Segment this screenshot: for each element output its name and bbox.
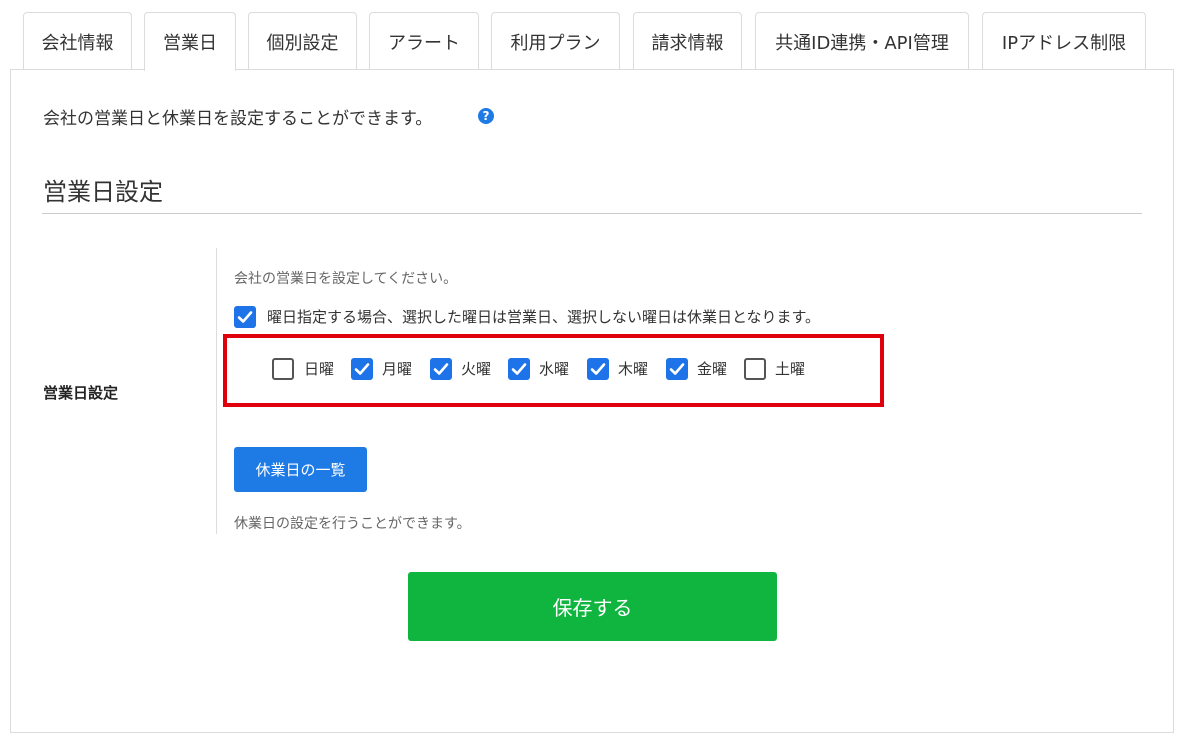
day-checkbox-friday[interactable]	[666, 358, 688, 380]
day-label-wednesday: 水曜	[539, 360, 570, 378]
day-checkbox-tuesday[interactable]	[430, 358, 452, 380]
day-checkbox-wednesday[interactable]	[508, 358, 530, 380]
holiday-list-button[interactable]: 休業日の一覧	[234, 447, 367, 492]
tab-id-api[interactable]: 共通ID連携・API管理	[755, 12, 969, 70]
help-icon[interactable]: ?	[478, 108, 494, 124]
tab-business-days[interactable]: 営業日	[144, 12, 236, 71]
tab-billing[interactable]: 請求情報	[633, 12, 742, 70]
day-label-friday: 金曜	[697, 360, 728, 378]
tab-company-info[interactable]: 会社情報	[23, 12, 132, 70]
page-description: 会社の営業日と休業日を設定することができます。	[43, 109, 433, 129]
tab-plan[interactable]: 利用プラン	[491, 12, 620, 70]
day-checkbox-thursday[interactable]	[587, 358, 609, 380]
business-days-hint: 会社の営業日を設定してください。	[234, 271, 458, 287]
day-checkbox-sunday[interactable]	[272, 358, 294, 380]
section-title: 営業日設定	[43, 178, 163, 206]
row-divider	[216, 248, 217, 534]
tab-ip-restriction[interactable]: IPアドレス制限	[982, 12, 1146, 70]
tab-individual-settings[interactable]: 個別設定	[248, 12, 357, 70]
check-icon	[511, 363, 527, 375]
check-icon	[433, 363, 449, 375]
check-icon	[669, 363, 685, 375]
day-label-tuesday: 火曜	[461, 360, 492, 378]
day-label-sunday: 日曜	[304, 360, 335, 378]
day-label-monday: 月曜	[382, 360, 413, 378]
save-button[interactable]: 保存する	[408, 572, 777, 641]
settings-tabs: 会社情報 営業日 個別設定 アラート 利用プラン 請求情報 共通ID連携・API…	[0, 0, 1183, 71]
check-icon	[237, 311, 253, 323]
check-icon	[354, 363, 370, 375]
holiday-hint: 休業日の設定を行うことができます。	[234, 516, 471, 532]
day-label-saturday: 土曜	[775, 360, 806, 378]
check-icon	[590, 363, 606, 375]
day-checkbox-saturday[interactable]	[744, 358, 766, 380]
day-label-thursday: 木曜	[618, 360, 649, 378]
weekday-mode-checkbox[interactable]	[234, 306, 256, 328]
section-divider	[42, 213, 1142, 214]
day-checkbox-monday[interactable]	[351, 358, 373, 380]
row-label-business-days: 営業日設定	[43, 384, 119, 402]
weekday-mode-label: 曜日指定する場合、選択した曜日は営業日、選択しない曜日は休業日となります。	[267, 308, 821, 326]
tab-alerts[interactable]: アラート	[369, 12, 479, 70]
